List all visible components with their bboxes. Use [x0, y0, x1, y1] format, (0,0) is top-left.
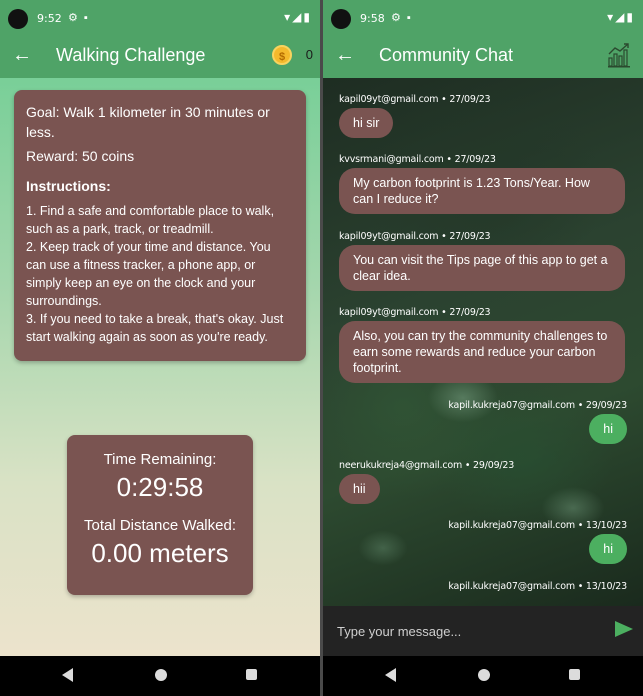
instructions-title: Instructions: — [26, 178, 111, 194]
chat-message: kapil.kukreja07@gmail.com • 13/10/23 — [448, 581, 627, 592]
camera-cutout — [8, 9, 28, 29]
nav-home-icon[interactable] — [155, 669, 167, 681]
message-meta: kapil.kukreja07@gmail.com • 29/09/23 — [448, 400, 627, 411]
instruction-item: 1. Find a safe and comfortable place to … — [26, 204, 275, 236]
chat-message: neerukukreja4@gmail.com • 29/09/23 hii — [339, 460, 514, 504]
signal-battery-icons: ▾◢▮ — [284, 10, 312, 24]
timer-card: Time Remaining: 0:29:58 Total Distance W… — [67, 435, 253, 595]
page-title: Walking Challenge — [56, 45, 206, 65]
notification-icons: ⚙▪ — [68, 12, 94, 24]
reward-text: Reward: 50 coins — [26, 148, 135, 164]
chat-message: kapil.kukreja07@gmail.com • 29/09/23 hi — [448, 400, 627, 444]
time-remaining-value: 0:29:58 — [116, 472, 204, 502]
chat-message: kapil09yt@gmail.com • 27/09/23 Also, you… — [339, 307, 625, 383]
nav-home-icon[interactable] — [478, 669, 490, 681]
coin-icon: $ — [272, 45, 292, 65]
page-title: Community Chat — [379, 45, 514, 65]
challenge-body: Goal: Walk 1 kilometer in 30 minutes or … — [0, 78, 320, 656]
distance-label: Total Distance Walked: — [83, 517, 236, 534]
distance-value: 0.00 meters — [91, 538, 229, 568]
back-arrow-icon[interactable]: ← — [12, 44, 32, 67]
message-meta: kapil09yt@gmail.com • 27/09/23 — [339, 307, 491, 318]
status-time: 9:52 — [37, 12, 62, 25]
chat-message: kapil09yt@gmail.com • 27/09/23 You can v… — [339, 231, 625, 291]
coin-count: 0 — [305, 47, 313, 62]
chat-message-list[interactable]: kapil09yt@gmail.com • 27/09/23 hi sir kv… — [323, 78, 643, 606]
nav-recents-icon[interactable] — [569, 669, 580, 680]
message-bubble: You can visit the Tips page of this app … — [339, 245, 625, 291]
status-time: 9:58 — [360, 12, 385, 25]
nav-recents-icon[interactable] — [246, 669, 257, 680]
message-meta: kapil09yt@gmail.com • 27/09/23 — [339, 94, 491, 105]
message-meta: kapil09yt@gmail.com • 27/09/23 — [339, 231, 491, 242]
message-bubble: hii — [339, 474, 380, 504]
instruction-item: 2. Keep track of your time and distance.… — [26, 240, 271, 308]
message-meta: kvvsrmani@gmail.com • 27/09/23 — [339, 154, 496, 165]
nav-back-icon[interactable] — [62, 668, 73, 682]
message-bubble: My carbon footprint is 1.23 Tons/Year. H… — [339, 168, 625, 214]
signal-battery-icons: ▾◢▮ — [607, 10, 635, 24]
chat-message: kapil.kukreja07@gmail.com • 13/10/23 hi — [448, 520, 627, 564]
time-remaining-label: Time Remaining: — [103, 451, 217, 468]
chat-message: kvvsrmani@gmail.com • 27/09/23 My carbon… — [339, 154, 625, 214]
chart-icon[interactable] — [607, 42, 631, 68]
message-bubble: hi — [589, 414, 627, 444]
instructions-text: 1. Find a safe and comfortable place to … — [26, 202, 294, 346]
message-bubble: Also, you can try the community challeng… — [339, 321, 625, 383]
chat-message: kapil09yt@gmail.com • 27/09/23 hi sir — [339, 94, 491, 138]
goal-text: Goal: Walk 1 kilometer in 30 minutes or … — [26, 104, 270, 140]
nav-back-icon[interactable] — [385, 668, 396, 682]
message-bubble: hi sir — [339, 108, 394, 138]
app-bar: ← Walking Challenge $ 0 — [0, 36, 320, 78]
message-meta: kapil.kukreja07@gmail.com • 13/10/23 — [448, 581, 627, 592]
challenge-info-card: Goal: Walk 1 kilometer in 30 minutes or … — [14, 90, 306, 361]
message-meta: kapil.kukreja07@gmail.com • 13/10/23 — [448, 520, 627, 531]
message-composer: Type your message... — [323, 606, 643, 656]
instruction-item: 3. If you need to take a break, that's o… — [26, 312, 284, 344]
status-bar: 9:52 ⚙▪ ▾◢▮ — [0, 0, 320, 36]
app-bar: ← Community Chat — [323, 36, 643, 78]
walking-challenge-screen: 9:52 ⚙▪ ▾◢▮ ← Walking Challenge $ 0 Goal… — [0, 0, 320, 696]
message-meta: neerukukreja4@gmail.com • 29/09/23 — [339, 460, 515, 471]
message-input[interactable]: Type your message... — [337, 624, 461, 639]
message-bubble: hi — [589, 534, 627, 564]
status-bar: 9:58 ⚙▪ ▾◢▮ — [323, 0, 643, 36]
system-nav-bar — [0, 656, 320, 696]
send-icon[interactable] — [615, 621, 633, 637]
notification-icons: ⚙▪ — [391, 12, 417, 24]
back-arrow-icon[interactable]: ← — [335, 44, 355, 67]
system-nav-bar — [323, 656, 643, 696]
community-chat-screen: 9:58 ⚙▪ ▾◢▮ ← Community Chat kapil09yt@g… — [323, 0, 643, 696]
camera-cutout — [331, 9, 351, 29]
